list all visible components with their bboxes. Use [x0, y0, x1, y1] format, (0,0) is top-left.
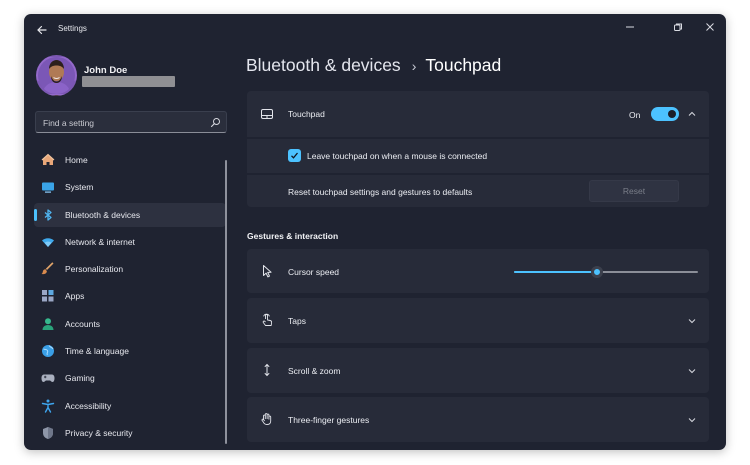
- cursor-speed-slider[interactable]: [514, 266, 698, 278]
- system-icon: [41, 180, 55, 194]
- chevron-up-icon[interactable]: [687, 109, 697, 119]
- restore-icon: [674, 23, 682, 31]
- avatar[interactable]: [36, 55, 77, 96]
- leave-on-setting-row: Leave touchpad on when a mouse is connec…: [247, 139, 709, 173]
- sidebar-item-time-language[interactable]: Time & language: [34, 339, 226, 363]
- close-button[interactable]: [697, 18, 723, 36]
- sidebar-item-label: Bluetooth & devices: [65, 209, 141, 220]
- minimize-button[interactable]: [617, 18, 643, 36]
- search-input[interactable]: [43, 116, 203, 129]
- scroll-zoom-setting-card[interactable]: Scroll & zoom: [247, 348, 709, 393]
- cursor-icon: [260, 264, 274, 278]
- tap-gesture-icon: [260, 313, 274, 327]
- sidebar-item-label: System: [65, 182, 94, 193]
- chevron-down-icon[interactable]: [687, 366, 697, 376]
- breadcrumb: Bluetooth & devices › Touchpad: [246, 55, 501, 76]
- toggle-state-text: On: [629, 110, 641, 120]
- reset-button[interactable]: Reset: [589, 180, 679, 202]
- accounts-icon: [41, 317, 55, 331]
- app-title: Settings: [58, 24, 87, 33]
- scroll-zoom-label: Scroll & zoom: [288, 366, 341, 376]
- accessibility-icon: [41, 399, 55, 413]
- leave-on-checkbox[interactable]: [288, 149, 301, 162]
- section-title-gestures: Gestures & interaction: [247, 231, 339, 241]
- sidebar-item-bluetooth-devices[interactable]: Bluetooth & devices: [34, 202, 226, 227]
- sidebar-scrollbar[interactable]: [225, 160, 227, 444]
- globe-icon: [41, 344, 55, 358]
- slider-fill: [514, 271, 597, 273]
- sidebar-item-privacy-security[interactable]: Privacy & security: [34, 421, 226, 445]
- three-finger-setting-card[interactable]: Three-finger gestures: [247, 397, 709, 442]
- restore-button[interactable]: [665, 18, 691, 36]
- sidebar-item-apps[interactable]: Apps: [34, 284, 226, 308]
- minimize-icon: [626, 26, 634, 28]
- leave-on-label[interactable]: Leave touchpad on when a mouse is connec…: [307, 151, 487, 161]
- sidebar-item-accessibility[interactable]: Accessibility: [34, 394, 226, 418]
- taps-setting-card[interactable]: Taps: [247, 298, 709, 343]
- wifi-icon: [41, 235, 55, 249]
- back-arrow-icon: [37, 25, 47, 35]
- scroll-icon: [260, 363, 274, 377]
- sidebar-item-label: Home: [65, 155, 88, 165]
- apps-icon: [41, 289, 55, 303]
- three-finger-icon: [260, 412, 274, 426]
- touchpad-label: Touchpad: [288, 109, 325, 119]
- bluetooth-icon: [41, 208, 55, 222]
- chevron-down-icon[interactable]: [687, 415, 697, 425]
- cursor-speed-setting-card: Cursor speed: [247, 249, 709, 293]
- settings-window: Settings John Doe Find a setting Home Sy…: [24, 14, 726, 450]
- brush-icon: [41, 262, 55, 276]
- chevron-down-icon[interactable]: [687, 316, 697, 326]
- three-finger-label: Three-finger gestures: [288, 415, 370, 425]
- user-name: John Doe: [84, 65, 128, 76]
- gamepad-icon: [41, 371, 55, 385]
- toggle-knob: [668, 110, 676, 118]
- user-email-redacted: [82, 76, 175, 87]
- breadcrumb-separator: ›: [411, 58, 417, 74]
- touchpad-setting-card[interactable]: Touchpad On: [247, 91, 709, 137]
- slider-thumb[interactable]: [591, 266, 603, 278]
- sidebar-item-label: Network & internet: [65, 236, 135, 247]
- reset-label: Reset touchpad settings and gestures to …: [288, 187, 473, 197]
- shield-icon: [41, 426, 55, 440]
- cursor-speed-label: Cursor speed: [288, 267, 340, 277]
- sidebar-item-system[interactable]: System: [34, 175, 226, 199]
- sidebar-item-label: Gaming: [65, 373, 95, 384]
- back-button[interactable]: [34, 22, 50, 38]
- taps-label: Taps: [288, 316, 306, 326]
- sidebar-item-label: Apps: [65, 291, 85, 302]
- search-icon[interactable]: [210, 117, 221, 128]
- sidebar-item-network[interactable]: Network & internet: [34, 230, 226, 254]
- sidebar-item-gaming[interactable]: Gaming: [34, 366, 226, 390]
- sidebar-item-personalization[interactable]: Personalization: [34, 257, 226, 281]
- sidebar-item-label: Accessibility: [65, 400, 112, 411]
- close-icon: [706, 23, 714, 31]
- title-bar: Settings: [24, 14, 726, 46]
- sidebar-item-accounts[interactable]: Accounts: [34, 312, 226, 336]
- sidebar-nav: Home System Bluetooth & devices Network …: [34, 148, 226, 448]
- page-title: Touchpad: [425, 55, 502, 75]
- sidebar-item-label: Time & language: [65, 346, 129, 357]
- touchpad-icon: [260, 107, 274, 121]
- breadcrumb-parent[interactable]: Bluetooth & devices: [246, 55, 401, 75]
- reset-setting-row: Reset touchpad settings and gestures to …: [247, 175, 709, 207]
- checkmark-icon: [291, 152, 298, 159]
- sidebar-item-label: Privacy & security: [65, 427, 133, 438]
- home-icon: [41, 153, 55, 167]
- sidebar-item-home[interactable]: Home: [34, 148, 226, 172]
- profile-photo: [38, 57, 75, 94]
- touchpad-toggle[interactable]: [651, 107, 679, 121]
- sidebar-item-label: Accounts: [65, 318, 100, 329]
- sidebar-item-label: Personalization: [65, 264, 124, 275]
- search-box[interactable]: [35, 111, 227, 133]
